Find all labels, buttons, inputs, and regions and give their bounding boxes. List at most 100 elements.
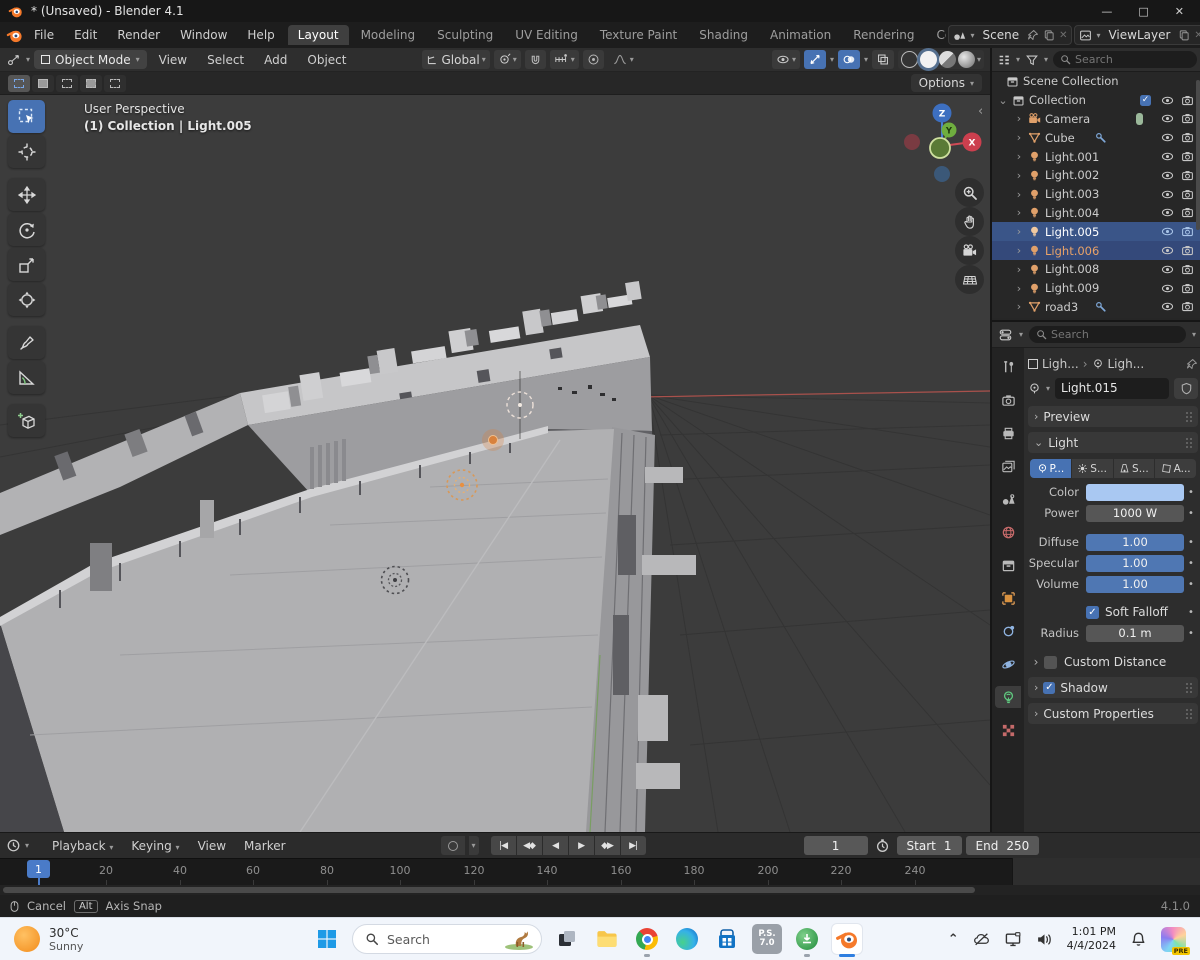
expand-icon[interactable]: › (1014, 244, 1024, 257)
animate-dot[interactable]: • (1184, 508, 1198, 519)
toggle-perspective-button[interactable] (955, 265, 984, 294)
use-preview-range-icon[interactable] (875, 838, 890, 853)
tab-render[interactable] (995, 389, 1021, 411)
panel-light[interactable]: ⌄ Light (1028, 432, 1198, 453)
menu-object[interactable]: Object (299, 51, 354, 69)
menu-edit[interactable]: Edit (65, 25, 106, 45)
animate-dot[interactable]: • (1184, 628, 1198, 639)
blender-taskbar-button[interactable] (832, 924, 862, 957)
panel-preview[interactable]: › Preview (1028, 406, 1198, 427)
workspace-tab-animation[interactable]: Animation (760, 25, 841, 45)
notifications-bell-icon[interactable] (1130, 931, 1147, 948)
current-frame-field[interactable]: 1 (803, 836, 868, 855)
start-button[interactable] (312, 924, 342, 954)
scene-dropdown-caret[interactable]: ▾ (970, 31, 974, 40)
tab-collection[interactable] (995, 554, 1021, 576)
object-name[interactable]: Cube (1045, 131, 1091, 145)
animate-dot[interactable]: • (1184, 487, 1198, 498)
gizmos-toggle[interactable] (803, 50, 826, 69)
outliner-display-mode-icon[interactable] (997, 53, 1011, 67)
workspace-tab-texture-paint[interactable]: Texture Paint (590, 25, 687, 45)
hide-eye-icon[interactable] (1161, 225, 1174, 238)
light-type-area-button[interactable]: A... (1155, 459, 1196, 478)
light-id-icon[interactable] (1028, 382, 1041, 395)
tool-scale[interactable] (8, 248, 45, 281)
auto-keying-caret[interactable]: ▾ (468, 836, 479, 855)
auto-keying-button[interactable] (440, 836, 465, 855)
hide-eye-icon[interactable] (1161, 244, 1174, 257)
panel-grip[interactable] (1186, 415, 1188, 418)
expand-icon[interactable]: › (1014, 225, 1024, 238)
object-name[interactable]: Light.008 (1045, 262, 1157, 276)
object-name[interactable]: Light.001 (1045, 150, 1157, 164)
timeline-scrollbar-track[interactable] (0, 885, 1200, 895)
disable-render-icon[interactable] (1181, 169, 1194, 182)
animate-dot[interactable]: • (1184, 607, 1198, 618)
properties-search-input[interactable] (1051, 328, 1179, 341)
select-mode-intersect-button[interactable] (104, 74, 126, 92)
disable-render-icon[interactable] (1181, 244, 1194, 257)
animate-dot[interactable]: • (1184, 558, 1198, 569)
pin-icon[interactable] (1027, 29, 1039, 41)
outliner-row-light004[interactable]: › Light.004 (992, 204, 1200, 223)
axis-neg-z[interactable] (934, 166, 950, 182)
expand-icon[interactable]: › (1014, 112, 1024, 125)
microsoft-store-button[interactable] (712, 924, 742, 954)
viewlayer-name[interactable]: ViewLayer (1104, 28, 1174, 42)
camera-view-button[interactable] (955, 236, 984, 265)
task-view-button[interactable] (552, 924, 582, 954)
snap-toggle[interactable] (524, 50, 546, 69)
volume-icon[interactable] (1036, 931, 1053, 948)
disable-render-icon[interactable] (1181, 112, 1194, 125)
properties-options-caret[interactable]: ▾ (1192, 330, 1196, 339)
editor-type-caret[interactable]: ▾ (26, 55, 30, 64)
panel-custom-properties[interactable]: › Custom Properties (1028, 703, 1198, 724)
workspace-tab-uv-editing[interactable]: UV Editing (505, 25, 588, 45)
idm-button[interactable] (792, 924, 822, 957)
expand-icon[interactable]: › (1014, 131, 1024, 144)
outliner-row-collection[interactable]: ⌄ Collection ✓ (992, 91, 1200, 110)
volume-slider[interactable]: 1.00 (1086, 575, 1184, 593)
pan-button[interactable] (955, 207, 984, 236)
fake-user-button[interactable] (1174, 377, 1198, 399)
expand-icon[interactable]: › (1014, 188, 1024, 201)
jump-to-end-button[interactable]: ▶| (620, 836, 646, 855)
workspace-tab-compositing[interactable]: Compos (926, 25, 946, 45)
outliner-search-input[interactable] (1075, 53, 1190, 66)
tab-constraints[interactable] (995, 620, 1021, 642)
hide-eye-icon[interactable] (1161, 188, 1174, 201)
gizmos-dropdown-caret[interactable]: ▾ (830, 55, 834, 64)
outliner-row-light008[interactable]: › Light.008 (992, 260, 1200, 279)
shadow-checkbox[interactable]: ✓ (1043, 681, 1056, 694)
taskbar-search[interactable] (352, 924, 542, 954)
workspace-tab-sculpting[interactable]: Sculpting (427, 25, 503, 45)
animate-dot[interactable]: • (1184, 537, 1198, 548)
viewport-3d[interactable] (0, 95, 990, 832)
prev-keyframe-button[interactable]: ◀◆ (516, 836, 542, 855)
hide-eye-icon[interactable] (1161, 150, 1174, 163)
tool-add-cube[interactable] (8, 404, 45, 437)
file-explorer-button[interactable] (592, 924, 622, 954)
viewlayer-selector[interactable]: ▾ ViewLayer ✕ (1074, 25, 1200, 45)
object-name[interactable]: Light.006 (1045, 244, 1157, 258)
outliner-row-road3[interactable]: › road3 (992, 298, 1200, 317)
shading-material-button[interactable] (938, 51, 956, 68)
options-dropdown[interactable]: Options ▾ (910, 74, 982, 92)
animate-dot[interactable]: • (1184, 579, 1198, 590)
outliner-row-light003[interactable]: › Light.003 (992, 185, 1200, 204)
outliner-filter-icon[interactable] (1025, 53, 1039, 67)
overlays-toggle[interactable] (837, 50, 860, 69)
panel-grip[interactable] (1186, 712, 1188, 715)
menu-playback[interactable]: Playback ▾ (45, 837, 120, 855)
hide-eye-icon[interactable] (1161, 112, 1174, 125)
minimize-button[interactable]: — (1101, 5, 1112, 18)
proportional-falloff-dropdown[interactable]: ▾ (608, 50, 638, 69)
menu-timeline-view[interactable]: View (191, 837, 233, 855)
transform-orientation-dropdown[interactable]: Global ▾ (422, 50, 490, 69)
hide-eye-icon[interactable] (1161, 94, 1174, 107)
diffuse-slider[interactable]: 1.00 (1086, 533, 1184, 551)
outliner-filter-caret[interactable]: ▾ (1044, 55, 1048, 64)
workspace-tab-rendering[interactable]: Rendering (843, 25, 924, 45)
shading-rendered-button[interactable] (957, 51, 975, 68)
outliner-row-light009[interactable]: › Light.009 (992, 279, 1200, 298)
